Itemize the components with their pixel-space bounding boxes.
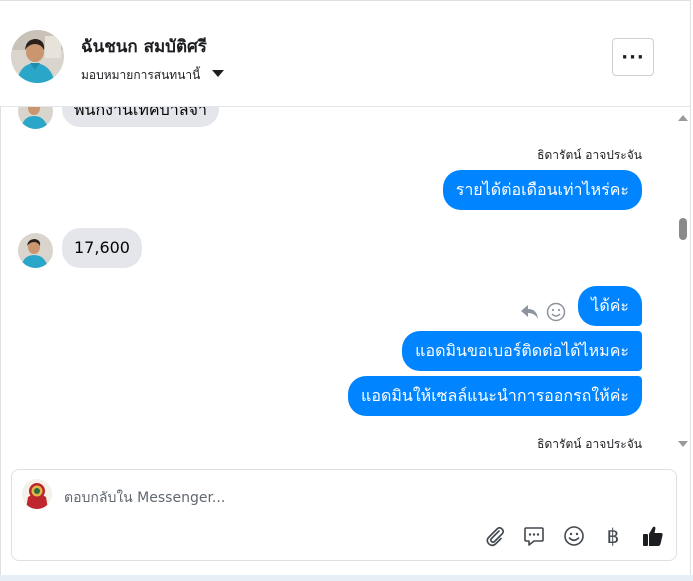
reply-input[interactable] [64, 487, 504, 509]
panel-right-border [690, 0, 691, 575]
message-list: พนักงานเทคบาลจ้า ธิดารัตน์ อาจประจัน ราย… [1, 107, 673, 455]
scroll-up-arrow-icon[interactable] [678, 115, 688, 121]
message-scrollbar[interactable] [675, 107, 689, 456]
assign-dropdown-caret-icon[interactable] [212, 70, 224, 77]
more-options-button[interactable]: ··· [612, 38, 654, 76]
bottom-strip [0, 575, 693, 581]
outgoing-message-bubble: แอดมินขอเบอร์ติดต่อได้ไหมคะ [402, 331, 642, 371]
react-emoji-icon[interactable] [546, 302, 566, 326]
message-avatar [18, 107, 53, 129]
paperclip-icon[interactable] [482, 523, 508, 549]
contact-avatar[interactable] [11, 30, 64, 83]
outgoing-message-bubble: ได้ค่ะ [578, 286, 642, 326]
scroll-down-arrow-icon[interactable] [678, 441, 688, 447]
scroll-thumb[interactable] [679, 218, 687, 240]
incoming-message-bubble: พนักงานเทคบาลจ้า [62, 107, 219, 127]
baht-icon[interactable]: ฿ [600, 523, 626, 549]
sender-name-label: ธิดารัตน์ อาจประจัน [537, 148, 642, 162]
assign-conversation-label[interactable]: มอบหมายการสนทนานี้ [81, 66, 200, 85]
contact-name[interactable]: ฉันชนก สมบัติศรี [81, 33, 207, 60]
conversation-header: ฉันชนก สมบัติศรี มอบหมายการสนทนานี้ ··· [0, 0, 690, 107]
message-composer: ฿ [11, 469, 677, 561]
messenger-conversation-panel: ฉันชนก สมบัติศรี มอบหมายการสนทนานี้ ··· … [0, 0, 693, 581]
message-avatar [18, 233, 53, 268]
reply-icon[interactable] [520, 303, 540, 325]
page-avatar [22, 479, 52, 509]
outgoing-message-bubble: แอดมินให้เซลล์แนะนำการออกรถให้ค่ะ [348, 376, 642, 416]
speech-bubble-icon[interactable] [521, 523, 547, 549]
outgoing-message-bubble: รายได้ต่อเดือนเท่าไหร่คะ [442, 170, 642, 210]
incoming-message-bubble: 17,600 [62, 228, 142, 268]
sender-name-label: ธิดารัตน์ อาจประจัน [537, 437, 642, 451]
emoji-icon[interactable] [561, 523, 587, 549]
baht-symbol: ฿ [606, 524, 620, 548]
thumbs-up-icon[interactable] [640, 523, 666, 549]
